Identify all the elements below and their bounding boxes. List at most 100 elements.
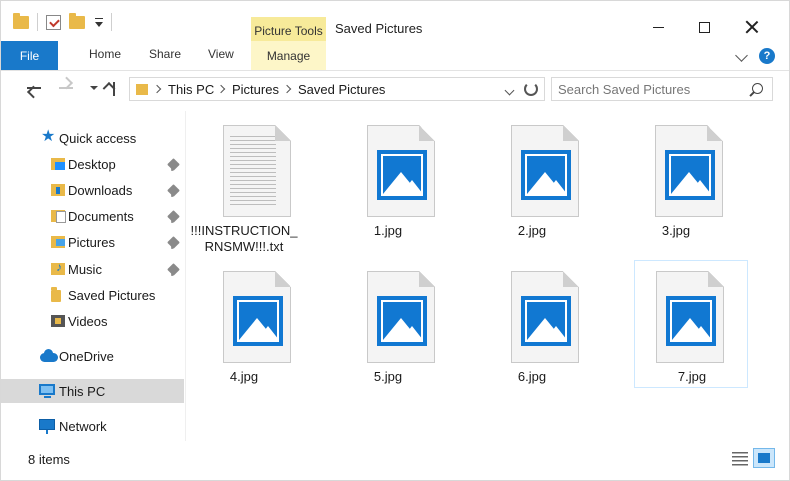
tab-view[interactable]: View [208,47,234,61]
file-item-4-jpg[interactable]: 4.jpg [187,267,301,395]
file-item-2-jpg[interactable]: 2.jpg [475,121,589,249]
new-folder-icon[interactable] [69,12,85,29]
address-history-chevron-icon[interactable] [504,85,515,96]
details-view-icon[interactable] [732,452,748,466]
pictures-folder-icon [136,84,148,95]
divider [37,13,38,31]
breadcrumb-separator-icon[interactable] [282,84,292,94]
window-title: Saved Pictures [335,21,423,36]
help-button[interactable]: ? [759,48,775,64]
breadcrumb-pictures[interactable]: Pictures [232,82,279,97]
sidebar-item-label: Music [68,261,102,277]
sidebar-item-label: Network [59,418,107,434]
search-input[interactable] [558,81,748,97]
text-lines [230,136,276,208]
file-item-instruction-txt[interactable]: !!!INSTRUCTION_ RNSMW!!!.txt [187,121,301,254]
onedrive-icon [40,349,58,362]
file-name: 7.jpg [677,369,707,384]
documents-folder-icon [51,210,66,223]
sidebar-item-network[interactable]: Network [1,414,184,438]
maximize-button[interactable] [681,13,727,41]
this-pc-icon [39,384,55,398]
file-name: 2.jpg [517,223,547,238]
close-icon [745,20,759,34]
sidebar-item-onedrive[interactable]: OneDrive [1,344,184,368]
star-icon: ★ [41,128,56,145]
picture-thumbnail [666,296,716,346]
image-file-icon [656,271,724,363]
sidebar-item-label: Desktop [68,156,116,172]
file-explorer-window: Picture Tools Saved Pictures File Home S… [0,0,790,481]
picture-thumbnail [521,150,571,200]
sidebar-item-label: This PC [59,383,106,399]
forward-button[interactable] [57,81,75,95]
expand-ribbon-chevron-icon[interactable] [735,49,748,62]
divider [111,13,112,31]
sidebar-item-quick-access[interactable]: ★ Quick access [1,126,184,150]
picture-tools-label: Picture Tools [251,17,326,41]
large-icons-view-icon[interactable] [753,448,775,468]
pin-icon[interactable] [167,210,180,223]
videos-folder-icon [51,315,65,327]
pin-icon[interactable] [167,184,180,197]
sidebar-item-saved-pictures[interactable]: Saved Pictures [1,283,184,307]
file-item-1-jpg[interactable]: 1.jpg [331,121,445,249]
search-icon[interactable] [752,83,763,94]
close-button[interactable] [729,13,775,41]
image-file-icon [511,125,579,217]
item-count: 8 items [28,452,70,467]
file-item-5-jpg[interactable]: 5.jpg [331,267,445,395]
sidebar-item-label: OneDrive [59,348,114,364]
customize-toolbar-icon[interactable] [95,17,103,27]
back-button[interactable] [25,81,43,95]
sidebar-item-pictures[interactable]: Pictures [1,230,184,254]
text-file-icon [223,125,291,217]
sidebar-item-label: Videos [68,313,108,329]
refresh-icon[interactable] [524,82,538,96]
quick-access-toolbar [13,12,112,31]
sidebar-item-music[interactable]: Music [1,257,184,281]
sidebar-item-videos[interactable]: Videos [1,309,184,333]
desktop-folder-icon [51,158,65,170]
breadcrumb-saved-pictures[interactable]: Saved Pictures [298,82,385,97]
pin-icon[interactable] [167,236,180,249]
address-bar[interactable]: This PC Pictures Saved Pictures [129,77,545,101]
maximize-icon [698,21,710,33]
pin-icon[interactable] [167,158,180,171]
picture-thumbnail [665,150,715,200]
sidebar-item-this-pc[interactable]: This PC [1,379,184,403]
file-name: 6.jpg [517,369,547,384]
sidebar-item-documents[interactable]: Documents [1,204,184,228]
tab-home[interactable]: Home [89,47,121,61]
sidebar-item-desktop[interactable]: Desktop [1,152,184,176]
picture-thumbnail [233,296,283,346]
pin-icon[interactable] [167,263,180,276]
up-button[interactable] [105,82,123,96]
properties-icon[interactable] [46,14,61,30]
sidebar-item-label: Quick access [59,130,137,146]
tab-file[interactable]: File [1,41,58,70]
back-arrow-icon [27,87,41,89]
breadcrumb-separator-icon[interactable] [216,84,226,94]
folder-icon [51,287,61,302]
minimize-button[interactable] [635,13,681,41]
search-box[interactable] [551,77,773,101]
status-bar: 8 items [1,446,789,480]
breadcrumb-this-pc[interactable]: This PC [168,82,214,97]
file-name-line: !!!INSTRUCTION_ [190,223,298,238]
sidebar-item-label: Documents [68,208,134,224]
navigation-pane: ★ Quick access Desktop Downloads Documen… [1,111,186,441]
network-icon [39,419,55,434]
picture-thumbnail [377,296,427,346]
sidebar-item-label: Saved Pictures [68,287,156,303]
recent-locations-button[interactable] [85,81,103,95]
file-item-3-jpg[interactable]: 3.jpg [619,121,733,249]
file-item-7-jpg[interactable]: 7.jpg [634,260,748,388]
file-name: 3.jpg [661,223,691,238]
tab-share[interactable]: Share [149,47,181,61]
music-folder-icon [51,260,65,275]
sidebar-item-downloads[interactable]: Downloads [1,178,184,202]
file-item-6-jpg[interactable]: 6.jpg [475,267,589,395]
breadcrumb-separator-icon[interactable] [152,84,162,94]
tab-manage[interactable]: Manage [251,41,326,70]
